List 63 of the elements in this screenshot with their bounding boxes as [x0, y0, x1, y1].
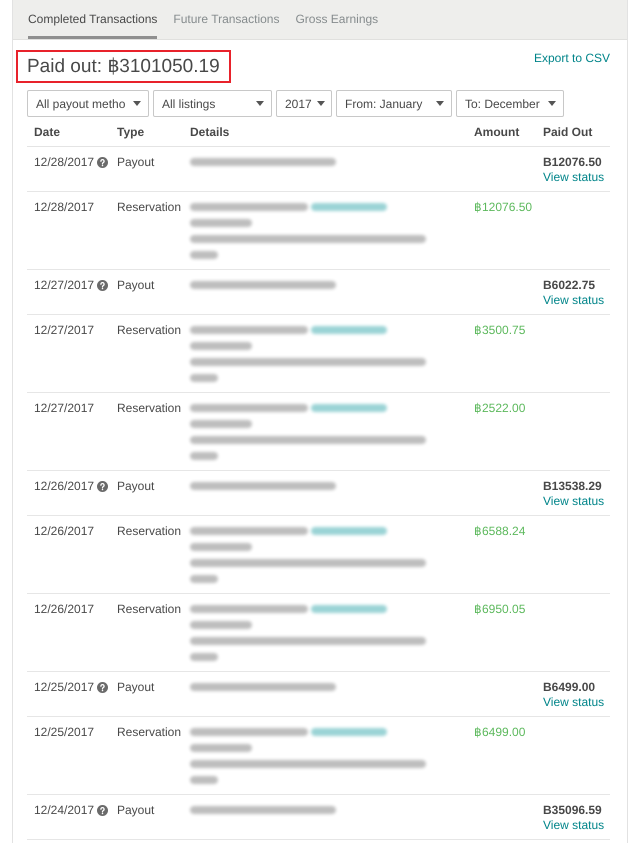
- caret-icon: [436, 101, 444, 106]
- paid-out-amount: B35096.59: [543, 803, 602, 817]
- export-csv-link[interactable]: Export to CSV: [534, 51, 610, 65]
- help-icon[interactable]: [97, 156, 108, 168]
- amount-cell: ฿6588.24: [474, 524, 526, 538]
- caret-icon: [548, 101, 556, 106]
- paid-out-amount: B13538.29: [543, 479, 602, 493]
- caret-icon: [256, 101, 264, 106]
- view-status-link[interactable]: View status: [543, 694, 604, 710]
- date-cell: 12/27/2017: [34, 401, 94, 415]
- view-status-link[interactable]: View status: [543, 817, 604, 833]
- type-cell: Reservation: [117, 401, 182, 415]
- view-status-link[interactable]: View status: [543, 493, 604, 509]
- date-cell: 12/27/2017: [34, 323, 94, 337]
- help-icon[interactable]: [97, 280, 108, 290]
- type-cell: Payout: [117, 155, 154, 169]
- paid-out-amount: B12076.50: [543, 155, 602, 169]
- type-cell: Payout: [117, 803, 154, 817]
- paid-out-amount: B6022.75: [543, 278, 596, 292]
- date-cell: 12/26/2017: [34, 524, 94, 538]
- date-cell: 12/26/2017: [34, 602, 94, 616]
- type-cell: Payout: [117, 479, 154, 493]
- amount-cell: ฿3500.75: [474, 323, 526, 337]
- column-header: Amount: [473, 124, 520, 138]
- type-cell: Reservation: [117, 200, 182, 214]
- column-header: Type: [116, 124, 144, 138]
- date-cell: 12/28/2017: [34, 155, 94, 169]
- view-status-link[interactable]: View status: [543, 292, 604, 308]
- help-icon[interactable]: [97, 804, 108, 816]
- filter-dropdown[interactable]: To: December: [456, 90, 564, 117]
- column-header: Date: [33, 124, 60, 138]
- filter-dropdown[interactable]: All payout metho: [27, 90, 149, 117]
- view-status-link[interactable]: View status: [543, 169, 604, 185]
- column-header: Paid Out: [542, 124, 592, 138]
- column-header: Details: [189, 124, 230, 138]
- type-cell: Payout: [117, 680, 154, 694]
- date-cell: 12/27/2017: [34, 278, 94, 292]
- paid-out-amount: B6499.00: [543, 680, 596, 694]
- type-cell: Reservation: [117, 524, 182, 538]
- amount-cell: ฿6499.00: [474, 725, 526, 739]
- tab[interactable]: Future Transactions: [173, 0, 280, 39]
- help-icon[interactable]: [97, 480, 108, 492]
- date-cell: 12/24/2017: [34, 803, 94, 817]
- caret-icon: [316, 101, 325, 106]
- date-cell: 12/26/2017: [34, 479, 94, 493]
- type-cell: Reservation: [117, 725, 182, 739]
- amount-cell: ฿6950.05: [474, 602, 526, 616]
- date-cell: 12/25/2017: [34, 680, 94, 694]
- tab[interactable]: Gross Earnings: [295, 0, 378, 39]
- date-cell: 12/25/2017: [34, 725, 94, 739]
- paid-out-total: Paid out: ฿3101050.19: [27, 55, 220, 79]
- type-cell: Reservation: [117, 602, 182, 616]
- caret-icon: [133, 101, 141, 106]
- filter-dropdown[interactable]: From: January: [336, 90, 452, 117]
- amount-cell: ฿2522.00: [474, 401, 526, 415]
- type-cell: Reservation: [117, 323, 182, 337]
- filter-dropdown[interactable]: All listings: [153, 90, 272, 117]
- help-icon[interactable]: [97, 682, 108, 692]
- amount-cell: ฿12076.50: [474, 200, 532, 214]
- filter-dropdown[interactable]: 2017: [276, 90, 332, 117]
- tab[interactable]: Completed Transactions: [28, 0, 158, 39]
- type-cell: Payout: [117, 278, 154, 292]
- date-cell: 12/28/2017: [34, 200, 94, 214]
